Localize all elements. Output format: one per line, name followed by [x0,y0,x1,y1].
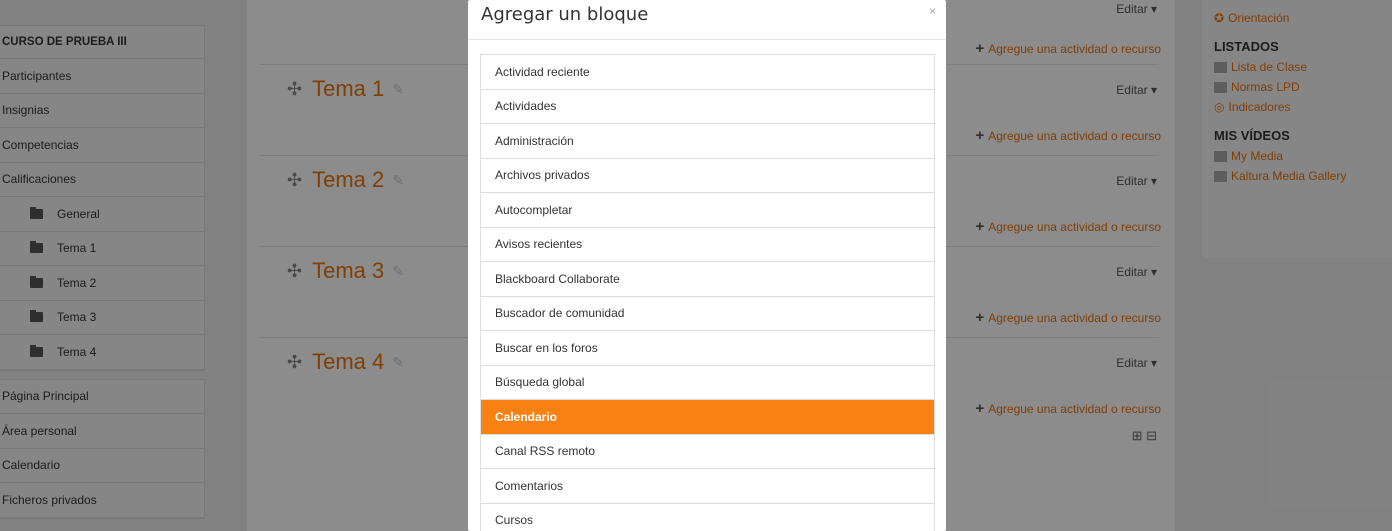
block-option-label: Actividad reciente [495,64,590,79]
block-list: Actividad reciente Actividades Administrac… [480,54,935,531]
block-option[interactable]: Buscar en los foros [481,331,934,366]
block-option[interactable]: Avisos recientes [481,227,934,262]
dialog-header: Agregar un bloque × [468,0,946,40]
block-option[interactable]: Actividades [481,89,934,124]
block-option[interactable]: Actividad reciente [481,55,934,90]
block-option-label: Calendario [495,409,558,424]
block-option[interactable]: Administración [481,124,934,159]
block-option-label: Blackboard Collaborate [495,271,620,286]
block-option[interactable]: Canal RSS remoto [481,434,934,469]
block-option-label: Canal RSS remoto [495,444,596,459]
block-option-label: Cursos [495,513,534,528]
close-icon[interactable]: × [929,4,936,18]
block-option-label: Administración [495,133,574,148]
block-option-label: Búsqueda global [495,375,585,390]
block-option-label: Autocompletar [495,202,573,217]
block-option-label: Comentarios [495,478,564,493]
block-option-label: Avisos recientes [495,237,583,252]
block-option[interactable]: Archivos privados [481,158,934,193]
dialog-title: Agregar un bloque [481,4,649,25]
block-option-label: Buscador de comunidad [495,306,625,321]
block-option[interactable]: Calendario [481,400,934,435]
block-option-label: Buscar en los foros [495,340,598,355]
block-option[interactable]: Autocompletar [481,193,934,228]
block-option[interactable]: Cursos [481,503,934,531]
add-block-dialog: Agregar un bloque × Actividad reciente Ac… [468,0,946,531]
block-option[interactable]: Comentarios [481,469,934,504]
block-option[interactable]: Buscador de comunidad [481,296,934,331]
block-option[interactable]: Blackboard Collaborate [481,262,934,297]
block-option-label: Archivos privados [495,168,590,183]
block-option-label: Actividades [495,99,557,114]
block-option[interactable]: Búsqueda global [481,365,934,400]
